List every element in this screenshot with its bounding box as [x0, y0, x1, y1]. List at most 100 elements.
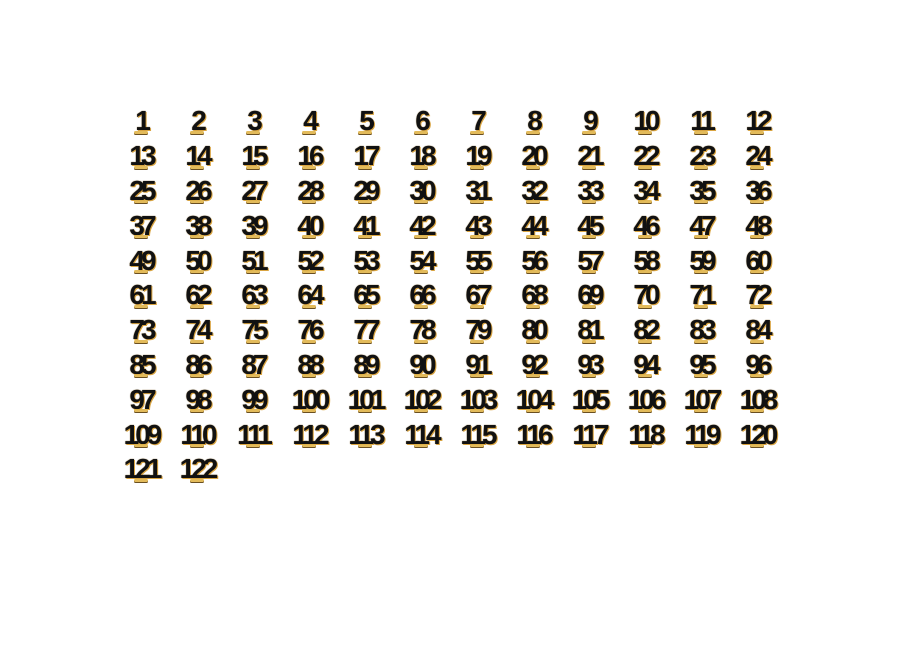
number-cell: 66 [393, 278, 449, 313]
highlight-mark [470, 130, 484, 134]
highlight-mark [582, 130, 596, 134]
number-cell: 103 [449, 382, 505, 417]
highlight-mark [302, 200, 316, 204]
highlight-mark [750, 269, 764, 273]
number-cell: 115 [449, 417, 505, 452]
number-cell: 45 [561, 208, 617, 243]
number-cell: 95 [673, 348, 729, 383]
highlight-mark [246, 374, 260, 378]
number-cell: 59 [673, 243, 729, 278]
number-cell: 33 [561, 174, 617, 209]
highlight-mark [750, 130, 764, 134]
number-cell: 35 [673, 174, 729, 209]
highlight-mark [246, 235, 260, 239]
highlight-mark [358, 130, 372, 134]
highlight-mark [470, 374, 484, 378]
number-cell: 56 [505, 243, 561, 278]
highlight-mark [358, 443, 372, 447]
highlight-mark [190, 443, 204, 447]
highlight-mark [414, 443, 428, 447]
number-cell: 43 [449, 208, 505, 243]
number-cell: 79 [449, 313, 505, 348]
number-cell: 71 [673, 278, 729, 313]
number-cell: 8 [505, 104, 561, 139]
number-cell: 26 [169, 174, 225, 209]
highlight-mark [246, 269, 260, 273]
number-cell: 116 [505, 417, 561, 452]
number-cell: 117 [561, 417, 617, 452]
number-cell: 100 [281, 382, 337, 417]
number-cell: 111 [225, 417, 281, 452]
highlight-mark [414, 269, 428, 273]
number-cell: 68 [505, 278, 561, 313]
number-cell: 110 [169, 417, 225, 452]
number-cell: 50 [169, 243, 225, 278]
number-cell: 102 [393, 382, 449, 417]
number-cell: 114 [393, 417, 449, 452]
number-cell: 112 [281, 417, 337, 452]
highlight-mark [750, 374, 764, 378]
highlight-mark [302, 235, 316, 239]
highlight-mark [750, 409, 764, 413]
highlight-mark [414, 304, 428, 308]
highlight-mark [582, 443, 596, 447]
highlight-mark [582, 269, 596, 273]
highlight-mark [526, 130, 540, 134]
highlight-mark [638, 339, 652, 343]
number-cell: 5 [337, 104, 393, 139]
highlight-mark [302, 409, 316, 413]
highlight-mark [638, 130, 652, 134]
number-cell: 46 [617, 208, 673, 243]
highlight-mark [750, 200, 764, 204]
number-cell: 91 [449, 348, 505, 383]
number-cell: 73 [113, 313, 169, 348]
number-cell: 32 [505, 174, 561, 209]
highlight-mark [358, 304, 372, 308]
highlight-mark [190, 235, 204, 239]
highlight-mark [190, 165, 204, 169]
number-cell: 53 [337, 243, 393, 278]
highlight-mark [358, 339, 372, 343]
number-cell: 10 [617, 104, 673, 139]
highlight-mark [190, 478, 204, 482]
number-cell: 107 [673, 382, 729, 417]
highlight-mark [190, 339, 204, 343]
highlight-mark [134, 235, 148, 239]
number-cell: 13 [113, 139, 169, 174]
number-cell: 20 [505, 139, 561, 174]
highlight-mark [526, 443, 540, 447]
number-cell: 88 [281, 348, 337, 383]
highlight-mark [134, 130, 148, 134]
highlight-mark [470, 165, 484, 169]
number-cell: 92 [505, 348, 561, 383]
number-cell: 78 [393, 313, 449, 348]
highlight-mark [134, 374, 148, 378]
number-cell: 93 [561, 348, 617, 383]
number-cell: 31 [449, 174, 505, 209]
highlight-mark [134, 443, 148, 447]
highlight-mark [638, 409, 652, 413]
number-cell: 52 [281, 243, 337, 278]
number-cell: 2 [169, 104, 225, 139]
number-cell: 24 [729, 139, 785, 174]
number-cell: 49 [113, 243, 169, 278]
highlight-mark [302, 269, 316, 273]
number-cell: 109 [113, 417, 169, 452]
number-cell: 12 [729, 104, 785, 139]
number-cell: 6 [393, 104, 449, 139]
highlight-mark [470, 339, 484, 343]
number-cell: 38 [169, 208, 225, 243]
number-cell: 54 [393, 243, 449, 278]
number-cell: 75 [225, 313, 281, 348]
highlight-mark [582, 409, 596, 413]
number-cell: 64 [281, 278, 337, 313]
highlight-mark [470, 269, 484, 273]
highlight-mark [302, 304, 316, 308]
number-cell: 61 [113, 278, 169, 313]
highlight-mark [638, 374, 652, 378]
highlight-mark [470, 235, 484, 239]
number-cell: 122 [169, 452, 225, 487]
number-cell: 104 [505, 382, 561, 417]
number-cell: 113 [337, 417, 393, 452]
number-cell: 14 [169, 139, 225, 174]
